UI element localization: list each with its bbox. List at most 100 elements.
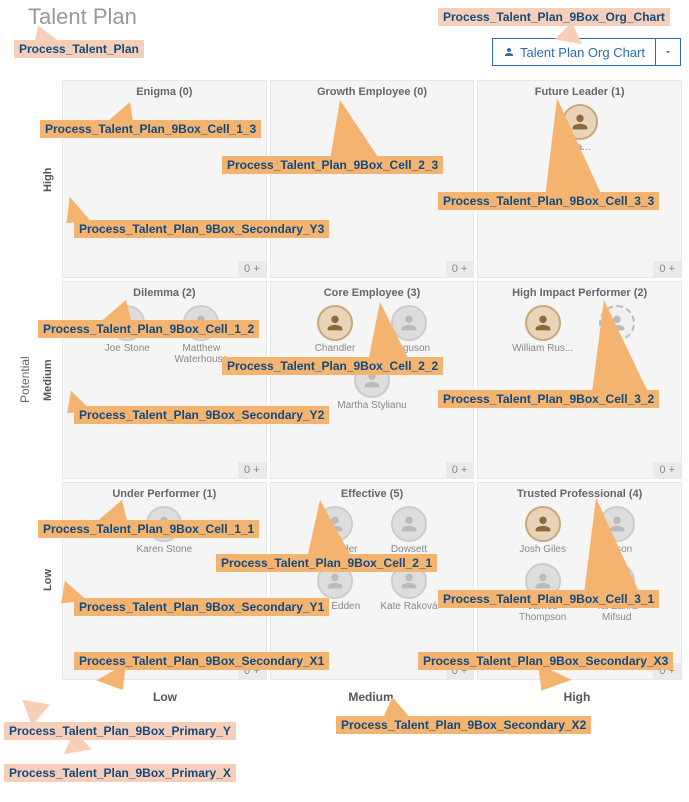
cell-header: Trusted Professional (4) xyxy=(478,483,681,502)
person-name: Alexander xyxy=(312,544,357,555)
person-name: William Rus... xyxy=(512,343,573,354)
person-name: Matthew Waterhouse xyxy=(166,343,236,365)
cell-body: Chandler Ferguson Martha Stylianu xyxy=(271,301,474,478)
cell-more-button[interactable]: 0 + xyxy=(446,261,474,277)
cell-more-button[interactable]: 0 + xyxy=(238,462,266,478)
person[interactable]: Josh Giles xyxy=(508,506,578,555)
cell-3-1[interactable]: Trusted Professional (4) Josh Giles Hinson… xyxy=(477,482,682,680)
person[interactable]: Alexander xyxy=(300,506,370,555)
cell-1-1[interactable]: Under Performer (1) Karen Stone 0 + xyxy=(62,482,267,680)
page-title: Talent Plan xyxy=(28,4,137,30)
nine-box-grid: Enigma (0) 0 + Growth Employee (0) 0 + Fut… xyxy=(62,80,682,680)
avatar-icon xyxy=(317,563,353,599)
cell-header: Growth Employee (0) xyxy=(271,81,474,100)
cell-more-button[interactable]: 0 + xyxy=(238,663,266,679)
person[interactable]: Martha Stylianu xyxy=(337,362,407,411)
person-name: Chandler xyxy=(315,343,356,354)
axis-primary-x: Performance xyxy=(62,720,682,734)
cell-header: High Impact Performer (2) xyxy=(478,282,681,301)
avatar-icon xyxy=(391,506,427,542)
cell-more-button[interactable]: 0 + xyxy=(446,663,474,679)
avatar-icon xyxy=(562,104,598,140)
cell-1-3[interactable]: Enigma (0) 0 + xyxy=(62,80,267,278)
avatar-icon xyxy=(146,506,182,542)
person-name: Hinson xyxy=(601,544,632,555)
cell-body: Karen Stone xyxy=(63,502,266,679)
cell-3-2[interactable]: High Impact Performer (2) William Rus....… xyxy=(477,281,682,479)
person-name: Kate Raková xyxy=(380,601,437,612)
axis-primary-y: Potential xyxy=(18,80,32,680)
org-chart-button-group: Talent Plan Org Chart xyxy=(492,38,681,66)
callout-primary-x: Process_Talent_Plan_9Box_Primary_X xyxy=(4,764,236,782)
axis-secondary-x-medium: Medium xyxy=(268,690,474,704)
org-chart-button[interactable]: Talent Plan Org Chart xyxy=(493,39,656,65)
cell-more-button[interactable]: 0 + xyxy=(238,261,266,277)
person-name: Martha Stylianu xyxy=(337,400,406,411)
person[interactable]: Dowsett xyxy=(374,506,444,555)
cell-body: Josh Giles Hinson James ThompsonTal Zahra … xyxy=(478,502,681,679)
person[interactable]: William Rus... xyxy=(508,305,578,354)
person-icon xyxy=(503,46,515,58)
person-name: Joe Stone xyxy=(105,343,150,354)
person[interactable]: Ferguson xyxy=(374,305,444,354)
avatar-icon xyxy=(317,305,353,341)
avatar-icon xyxy=(391,563,427,599)
person-name: Ga... xyxy=(569,142,591,153)
person[interactable]: Hinson xyxy=(582,506,652,555)
callout-orgchart: Process_Talent_Plan_9Box_Org_Chart xyxy=(438,8,670,26)
person[interactable]: Kate Raková xyxy=(374,563,444,612)
cell-more-button[interactable]: 0 + xyxy=(653,462,681,478)
cell-header: Under Performer (1) xyxy=(63,483,266,502)
person-name: Josh Giles xyxy=(519,544,566,555)
cell-2-1[interactable]: Effective (5) Alexander Dowsett Tom Edden Ka… xyxy=(270,482,475,680)
cell-2-3[interactable]: Growth Employee (0) 0 + xyxy=(270,80,475,278)
person[interactable]: Joe Stone xyxy=(92,305,162,365)
person[interactable]: Matthew Waterhouse xyxy=(166,305,236,365)
avatar-icon xyxy=(354,362,390,398)
person[interactable]: Ga... xyxy=(545,104,615,153)
avatar-icon xyxy=(317,506,353,542)
avatar-icon xyxy=(599,305,635,341)
axis-secondary-x-high: High xyxy=(474,690,680,704)
cell-1-2[interactable]: Dilemma (2) Joe Stone Matthew Waterhouse 0 … xyxy=(62,281,267,479)
person-name: Tal Zahra Mifsud xyxy=(582,601,652,623)
cell-header: Dilemma (2) xyxy=(63,282,266,301)
cell-3-3[interactable]: Future Leader (1) Ga... 0 + xyxy=(477,80,682,278)
avatar-icon xyxy=(391,305,427,341)
axis-secondary-y-low: Low xyxy=(42,480,54,680)
cell-2-2[interactable]: Core Employee (3) Chandler Ferguson Martha … xyxy=(270,281,475,479)
cell-body xyxy=(63,100,266,277)
person[interactable]: Tom Edden xyxy=(300,563,370,612)
person-name: Ferguson xyxy=(388,343,430,354)
avatar-icon xyxy=(599,563,635,599)
person[interactable]: ...ka xyxy=(582,305,652,354)
axis-secondary-x-low: Low xyxy=(62,690,268,704)
cell-more-button[interactable]: 0 + xyxy=(653,663,681,679)
cell-body: William Rus... ...ka xyxy=(478,301,681,478)
person[interactable]: Tal Zahra Mifsud xyxy=(582,563,652,623)
cell-body xyxy=(271,100,474,277)
person[interactable]: Karen Stone xyxy=(129,506,199,555)
cell-header: Core Employee (3) xyxy=(271,282,474,301)
cell-body: Ga... xyxy=(478,100,681,277)
avatar-icon xyxy=(525,305,561,341)
person-name: ...ka xyxy=(607,343,626,354)
cell-more-button[interactable]: 0 + xyxy=(653,261,681,277)
org-chart-dropdown[interactable] xyxy=(656,39,680,65)
avatar-icon xyxy=(525,563,561,599)
person[interactable]: James Thompson xyxy=(508,563,578,623)
avatar-icon xyxy=(109,305,145,341)
cell-more-button[interactable]: 0 + xyxy=(446,462,474,478)
person-name: James Thompson xyxy=(508,601,578,623)
org-chart-button-label: Talent Plan Org Chart xyxy=(520,45,645,60)
cell-header: Future Leader (1) xyxy=(478,81,681,100)
cell-body: Alexander Dowsett Tom Edden Kate Raková xyxy=(271,502,474,679)
caret-down-icon xyxy=(663,47,673,57)
avatar-icon xyxy=(183,305,219,341)
person-name: Dowsett xyxy=(391,544,427,555)
cell-body: Joe Stone Matthew Waterhouse xyxy=(63,301,266,478)
cell-header: Enigma (0) xyxy=(63,81,266,100)
person[interactable]: Chandler xyxy=(300,305,370,354)
cell-header: Effective (5) xyxy=(271,483,474,502)
person-name: Tom Edden xyxy=(310,601,361,612)
